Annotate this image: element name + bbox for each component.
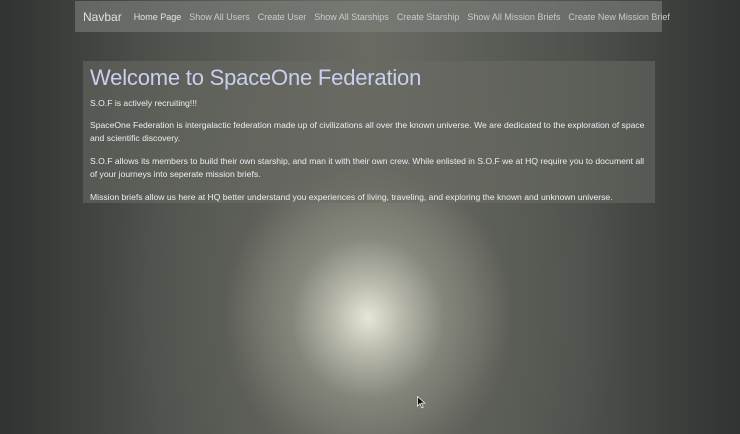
page-title: Welcome to SpaceOne Federation	[90, 65, 422, 90]
nav-item-create-starship[interactable]: Create Starship	[397, 12, 460, 22]
mission-briefs-paragraph: Mission briefs allow us here at HQ bette…	[90, 192, 613, 202]
starship-paragraph: S.O.F allows its members to build their …	[90, 156, 645, 179]
navbar: Navbar Home Page Show All Users Create U…	[75, 1, 670, 32]
navbar-brand[interactable]: Navbar	[83, 10, 122, 24]
nav-item-show-all-users[interactable]: Show All Users	[189, 12, 250, 22]
welcome-panel: Welcome to SpaceOne Federation S.O.F is …	[83, 61, 655, 203]
nav-item-show-all-starships[interactable]: Show All Starships	[314, 12, 389, 22]
intro-paragraph: SpaceOne Federation is intergalactic fed…	[90, 120, 645, 143]
nav-item-create-new-mission-brief[interactable]: Create New Mission Brief	[568, 12, 670, 22]
nav-item-show-all-mission-briefs[interactable]: Show All Mission Briefs	[467, 12, 560, 22]
nav-item-create-user[interactable]: Create User	[258, 12, 307, 22]
recruiting-text: S.O.F is actively recruiting!!!	[90, 98, 197, 108]
nav-item-home-page[interactable]: Home Page	[134, 12, 182, 22]
